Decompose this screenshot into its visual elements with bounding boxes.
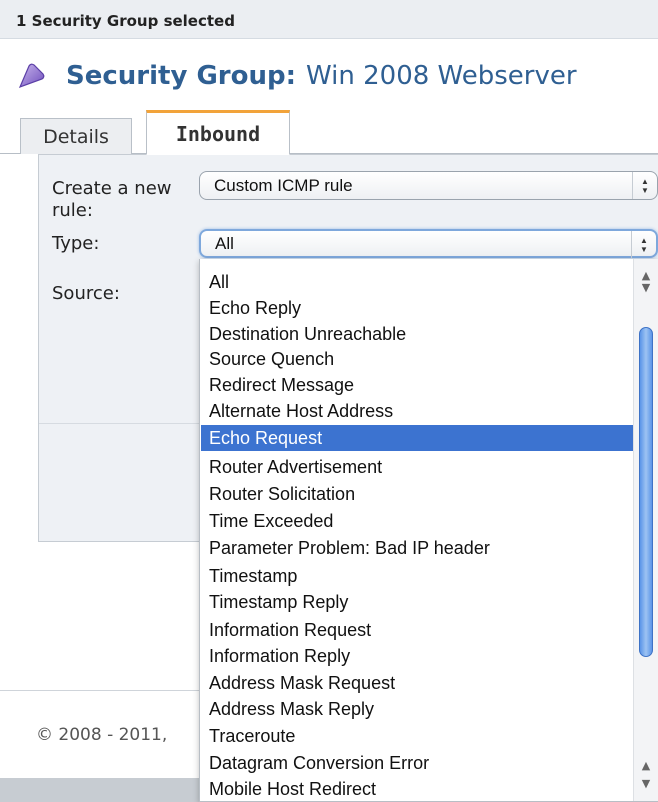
type-option-highlighted[interactable]: Echo Request	[201, 425, 633, 451]
tab-details[interactable]: Details	[20, 118, 132, 154]
page-title: Security Group: Win 2008 Webserver	[16, 58, 577, 94]
type-option[interactable]: Timestamp	[201, 563, 633, 589]
type-select-value: All	[215, 234, 234, 253]
type-option[interactable]: Router Solicitation	[201, 481, 633, 507]
type-option[interactable]: Information Request	[201, 617, 633, 643]
type-option[interactable]: Address Mask Reply	[201, 696, 633, 722]
security-group-icon	[18, 63, 45, 89]
select-arrows-icon: ▲ ▼	[632, 172, 657, 199]
type-option[interactable]: Router Advertisement	[201, 454, 633, 480]
type-option[interactable]: Traceroute	[201, 723, 633, 749]
scroll-down-icon[interactable]: ▼	[634, 771, 658, 797]
type-select[interactable]: All ▲ ▼	[199, 229, 658, 258]
type-option[interactable]: Address Mask Request	[201, 670, 633, 696]
type-option[interactable]: Echo Reply	[201, 295, 633, 321]
footer-divider	[0, 690, 200, 691]
type-option[interactable]: Information Reply	[201, 643, 633, 669]
bottom-status-bar	[0, 778, 200, 802]
scrollbar-thumb[interactable]	[639, 327, 653, 657]
create-rule-label: Create a new rule:	[52, 178, 172, 221]
type-option[interactable]: Timestamp Reply	[201, 589, 633, 615]
security-group-name: Win 2008 Webserver	[306, 61, 577, 91]
create-rule-select[interactable]: Custom ICMP rule ▲ ▼	[199, 171, 658, 200]
type-option[interactable]: Alternate Host Address	[201, 398, 633, 424]
type-option[interactable]: Mobile Host Redirect	[201, 776, 633, 801]
select-arrows-icon: ▲ ▼	[631, 231, 656, 258]
type-dropdown-list[interactable]: All Echo Reply Destination Unreachable S…	[199, 259, 658, 802]
title-label: Security Group:	[66, 61, 296, 91]
type-label: Type:	[52, 233, 100, 254]
type-option[interactable]: Destination Unreachable	[201, 321, 633, 347]
type-option[interactable]: All	[201, 269, 633, 295]
tab-inbound[interactable]: Inbound	[146, 110, 290, 155]
selection-status-text: 1 Security Group selected	[16, 12, 235, 30]
footer-copyright: © 2008 - 2011,	[36, 725, 168, 745]
create-rule-select-value: Custom ICMP rule	[214, 176, 353, 195]
type-option[interactable]: Source Quench	[201, 346, 633, 372]
selection-status-bar: 1 Security Group selected	[0, 0, 658, 39]
type-option[interactable]: Datagram Conversion Error	[201, 750, 633, 776]
dropdown-scrollbar[interactable]: ▲ ▼ ▲ ▼	[633, 259, 658, 801]
scroll-down-small-icon[interactable]: ▼	[634, 281, 658, 301]
tab-bar: Details Inbound	[0, 108, 658, 155]
type-option[interactable]: Parameter Problem: Bad IP header	[201, 535, 633, 561]
type-option[interactable]: Time Exceeded	[201, 508, 633, 534]
source-label: Source:	[52, 283, 120, 304]
type-option[interactable]: Redirect Message	[201, 372, 633, 398]
